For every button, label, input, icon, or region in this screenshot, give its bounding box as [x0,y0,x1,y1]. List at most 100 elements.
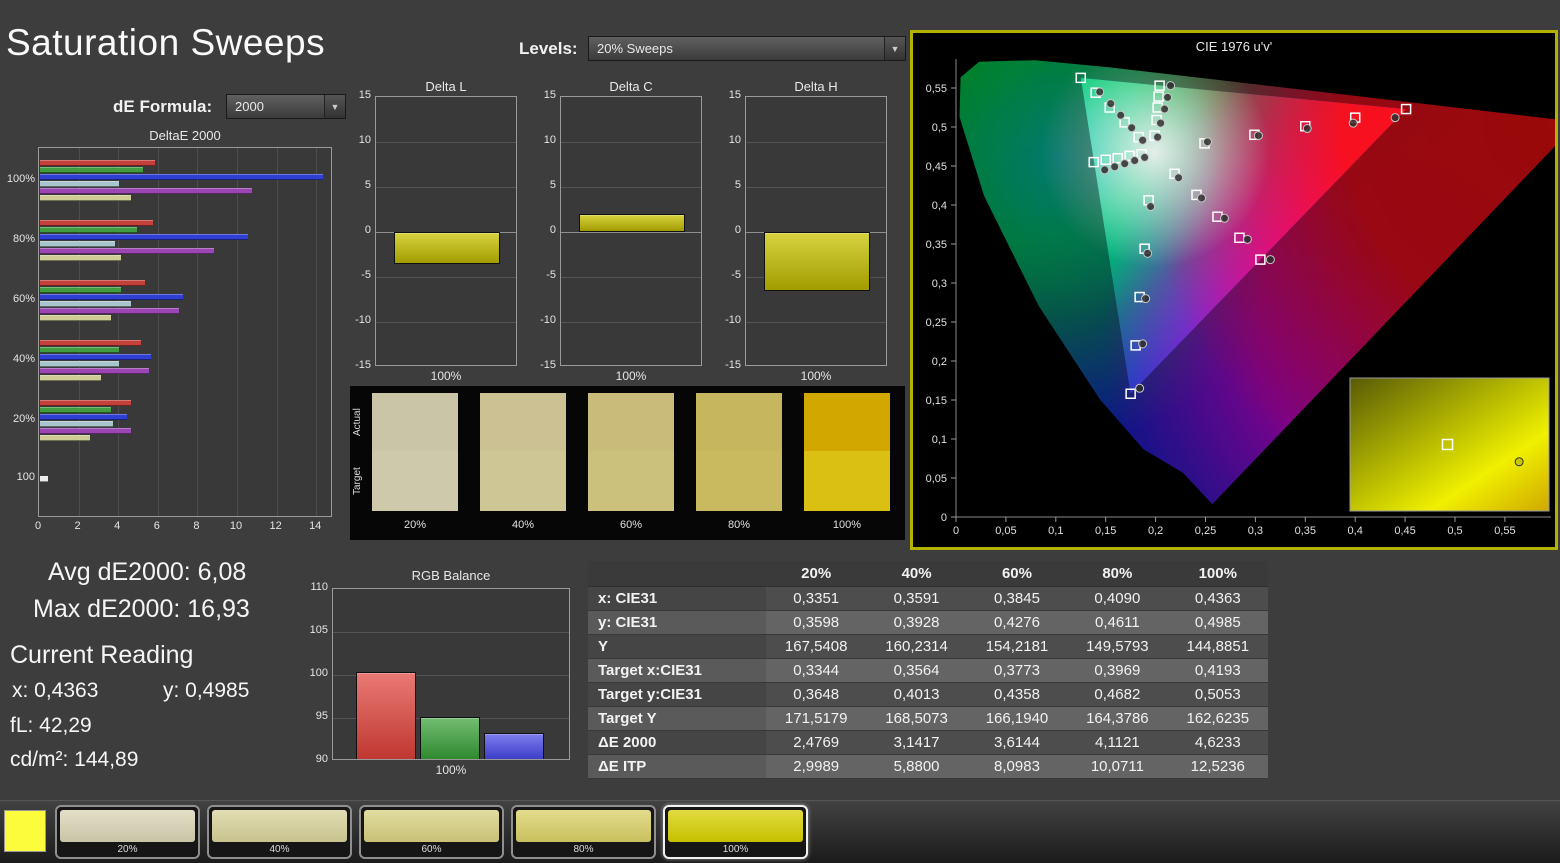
de-bar-60%-cyan [40,301,132,307]
levels-dropdown[interactable]: 20% Sweeps ▼ [588,36,906,61]
axis-tick-label: 10 [543,134,556,146]
svg-text:0,45: 0,45 [926,161,947,173]
measured-point [1106,99,1116,109]
table-row-label: ΔE ITP [588,754,766,779]
measured-point [1146,202,1156,212]
measured-point [1153,132,1163,142]
svg-text:0,55: 0,55 [1494,525,1515,537]
axis-tick-label: 10 [358,134,371,146]
chart-title: Delta H [794,79,838,94]
measurement-table: 20% 40% 60% 80% 100% x: CIE31 0,3351 0,3591 0,38… [588,561,1268,779]
actual-patch [804,393,890,451]
target-patch [588,451,674,511]
table-cell: 0,3598 [766,610,867,635]
table-cell: 0,4985 [1167,610,1268,635]
de-bar-100%-yellow [40,195,132,201]
measured-point [1138,339,1148,349]
table-cell: 0,3845 [966,586,1068,611]
axis-tick-label: -5 [546,269,556,281]
patch-column-40%: 40% [480,386,566,540]
table-cell: 4,6233 [1167,730,1268,755]
table-row: x: CIE31 0,3351 0,3591 0,3845 0,4090 0,4363 [588,586,1268,611]
rgb-bar-green [420,717,480,759]
de-bar-20%-red [40,400,132,406]
table-cell: 0,3969 [1067,658,1168,683]
table-cell: 0,5053 [1167,682,1268,707]
de-bar-60%-yellow [40,315,112,321]
gridline [561,187,701,188]
table-cell: 0,3591 [866,586,967,611]
table-row: Target Y 171,5179 168,5073 166,1940 164,3786… [588,706,1268,731]
svg-text:0,35: 0,35 [1295,525,1316,537]
de-bar-60%-green [40,287,122,293]
axis-tick-label: -10 [355,314,371,326]
de-formula-dropdown[interactable]: 2000 ▼ [226,94,346,119]
table-row-label: y: CIE31 [588,610,766,635]
actual-patch [696,393,782,451]
target-patch [372,451,458,511]
svg-text:0,4: 0,4 [932,200,947,212]
axis-tick-label: -5 [731,269,741,281]
measured-point [1100,165,1110,175]
sweep-button-80%[interactable]: 80% [511,805,656,859]
de-bar-40%-yellow [40,375,102,381]
table-row-label: Target y:CIE31 [588,682,766,707]
patch-column-60%: 60% [588,386,674,540]
de-bar-20%-magenta [40,428,132,434]
measured-point [1348,118,1358,128]
zero-line [561,232,701,233]
axis-category-label: 40% [12,352,35,365]
avg-de2000-value: Avg dE2000: 6,08 [48,558,247,586]
chevron-down-icon[interactable]: ▼ [324,95,345,118]
sweep-button-100%[interactable]: 100% [663,805,808,859]
rgb-bar-blue [484,732,544,759]
table-cell: 0,4013 [866,682,967,707]
sweep-button-60%[interactable]: 60% [359,805,504,859]
cie-diagram: 0 0,05 0,1 0,15 0,2 0,25 0,3 0,35 0,4 0,45 0,5 0,55… [926,59,1555,537]
measured-point [1174,173,1184,183]
gridline [197,148,199,516]
measured-point [1302,124,1312,134]
gridline [376,277,516,278]
measured-point [1253,131,1263,141]
axis-category-label: 100% [6,172,35,185]
delta-c-chart: Delta C 100% 15 10 5 0 -5 -10 -15 [530,79,710,384]
table-cell: 0,3648 [766,682,867,707]
svg-text:0,1: 0,1 [1048,525,1063,537]
axis-tick-label: -5 [361,269,371,281]
chevron-down-icon[interactable]: ▼ [884,37,905,60]
current-x-value: x: 0,4363 [12,679,99,702]
actual-patch [588,393,674,451]
table-cell: 0,4611 [1067,610,1168,635]
table-cell: 160,2314 [866,634,967,659]
target-patch [804,451,890,511]
de-bar-60%-magenta [40,308,179,314]
table-cell: 0,4682 [1067,682,1168,707]
sweep-button-20%[interactable]: 20% [55,805,200,859]
table-cell: 0,4358 [966,682,1068,707]
actual-patch [372,393,458,451]
patch-label: 100% [832,519,862,531]
delta-h-plot-area [745,96,887,366]
gridline [376,187,516,188]
de-bar-100%-magenta [40,188,252,194]
sweep-button-40%[interactable]: 40% [207,805,352,859]
table-cell: 0,3351 [766,586,867,611]
actual-patch [480,393,566,451]
table-cell: 167,5408 [766,634,867,659]
gridline [376,142,516,143]
measured-point [1265,255,1275,265]
de-bar-80%-cyan [40,241,116,247]
de-bar-40%-magenta [40,368,149,374]
de-formula-label: dE Formula: [113,97,213,116]
table-cell: 162,6235 [1167,706,1268,731]
svg-text:0: 0 [941,512,947,524]
gridline [376,322,516,323]
gridline [746,187,886,188]
de-bar-20%-blue [40,414,128,420]
svg-text:0,25: 0,25 [926,317,947,329]
axis-tick-label: 5 [734,179,741,191]
axis-category-label: 80% [12,232,35,245]
table-cell: 5,8800 [866,754,967,779]
svg-text:0,25: 0,25 [1195,525,1216,537]
